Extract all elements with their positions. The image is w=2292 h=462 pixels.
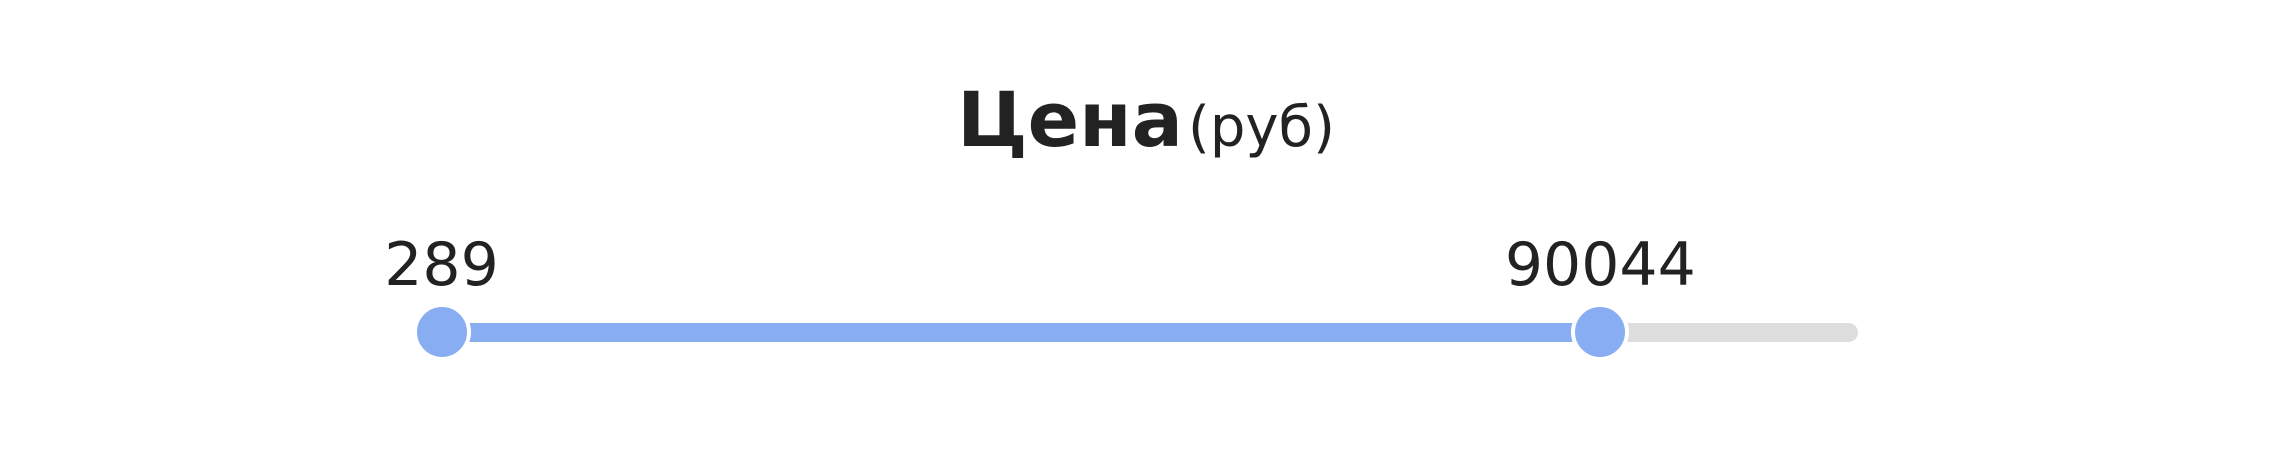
max-value-label: 90044: [1504, 230, 1696, 300]
filter-title: Цена (руб): [0, 82, 2292, 158]
min-price-handle[interactable]: [412, 303, 471, 361]
min-value-label: 289: [384, 230, 499, 300]
max-price-handle[interactable]: [1571, 303, 1630, 361]
filter-title-label: Цена: [957, 75, 1183, 164]
slider-range-fill: [441, 323, 1601, 342]
filter-unit-label: (руб): [1188, 95, 1335, 160]
